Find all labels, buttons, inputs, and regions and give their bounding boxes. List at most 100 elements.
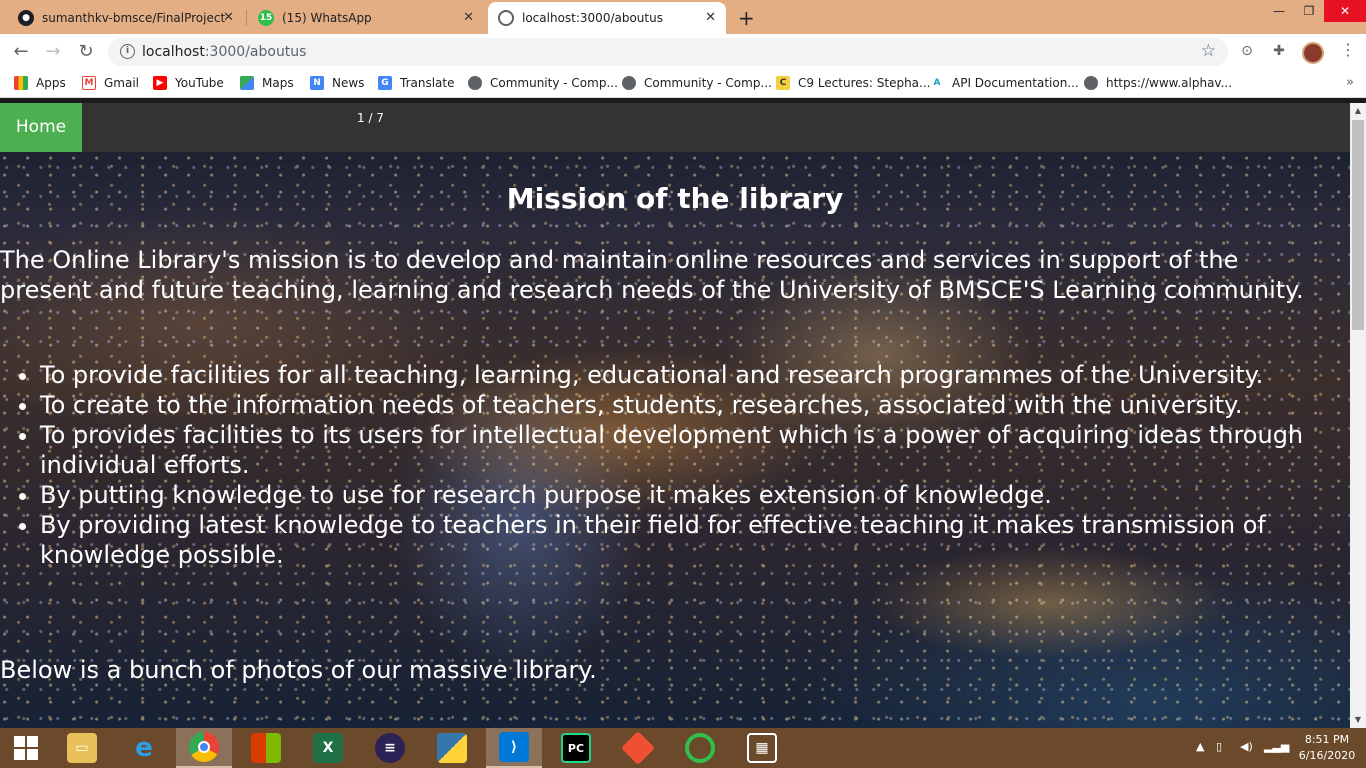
circle-app-icon	[685, 733, 715, 763]
kebab-menu-icon[interactable]: ⋮	[1340, 40, 1356, 59]
taskbar-file-explorer[interactable]: ▭	[54, 728, 110, 768]
bookmark-label: API Documentation...	[952, 76, 1079, 90]
list-item: By putting knowledge to use for research…	[40, 480, 1330, 510]
page-viewport: Home 1 / 7 Mission of the library The On…	[0, 103, 1350, 728]
apps-grid-icon	[14, 76, 28, 90]
list-item: To provides facilities to its users for …	[40, 420, 1330, 480]
windows-logo-icon	[14, 736, 38, 760]
avatar[interactable]	[1302, 42, 1324, 64]
gmail-icon: M	[82, 76, 96, 90]
api-icon: A	[930, 76, 944, 90]
mission-goals-list: To provide facilities for all teaching, …	[40, 360, 1330, 570]
chrome-icon	[189, 732, 219, 762]
close-icon[interactable]: ✕	[463, 10, 474, 25]
clock-time: 8:51 PM	[1304, 733, 1350, 746]
bookmark-label: Translate	[400, 76, 455, 90]
bookmark-community-2[interactable]: Community - Comp...	[622, 76, 772, 90]
taskbar-internet-explorer[interactable]: e	[116, 728, 172, 768]
back-button[interactable]: ←	[9, 40, 33, 64]
taskbar-vscode[interactable]: ⟩	[486, 728, 542, 768]
bookmark-label: YouTube	[175, 76, 224, 90]
bookmark-c9-lectures[interactable]: C C9 Lectures: Stepha...	[776, 76, 930, 90]
bookmark-apps[interactable]: Apps	[14, 76, 66, 90]
forward-button[interactable]: →	[41, 40, 65, 64]
restore-button[interactable]: ❐	[1294, 0, 1324, 22]
list-item: To create to the information needs of te…	[40, 390, 1330, 420]
translate-icon: G	[378, 76, 392, 90]
bookmarks-bar: Apps M Gmail ▶ YouTube Maps N News G Tra…	[0, 70, 1366, 98]
building-app-icon: ▦	[747, 733, 777, 763]
tray-device-icon[interactable]: ▯	[1216, 740, 1222, 753]
maps-icon	[240, 76, 254, 90]
bookmark-alphavantage[interactable]: https://www.alphav...	[1084, 76, 1232, 90]
taskbar-building-app[interactable]: ▦	[734, 728, 790, 768]
tab-whatsapp[interactable]: 15 (15) WhatsApp ✕	[248, 2, 484, 34]
close-icon[interactable]: ✕	[223, 10, 234, 25]
extension-icon[interactable]: ⊙	[1238, 42, 1256, 60]
tab-title: localhost:3000/aboutus	[522, 11, 663, 25]
tray-overflow-icon[interactable]: ▲	[1196, 740, 1204, 753]
taskbar-python[interactable]	[424, 728, 480, 768]
c9-icon: C	[776, 76, 790, 90]
bookmark-label: C9 Lectures: Stepha...	[798, 76, 931, 90]
list-item: By providing latest knowledge to teacher…	[40, 510, 1330, 570]
scroll-up-icon[interactable]: ▲	[1350, 103, 1366, 119]
new-tab-button[interactable]: +	[738, 6, 755, 30]
extensions-puzzle-icon[interactable]: ✚	[1270, 42, 1288, 60]
top-nav: Home 1 / 7	[0, 103, 1350, 152]
home-button[interactable]: Home	[0, 103, 82, 152]
browser-toolbar: ← → ↻ i localhost:3000/aboutus ☆ ⊙ ✚	[0, 34, 1366, 70]
close-icon[interactable]: ✕	[705, 10, 716, 25]
tab-title: (15) WhatsApp	[282, 11, 372, 25]
start-button[interactable]	[0, 728, 52, 768]
page-scrollbar[interactable]: ▲ ▼	[1350, 103, 1366, 728]
url-path: :3000/aboutus	[204, 44, 307, 60]
taskbar-pycharm[interactable]: PC	[548, 728, 604, 768]
bookmark-community-1[interactable]: Community - Comp...	[468, 76, 618, 90]
globe-icon	[498, 10, 514, 26]
clock-date: 6/16/2020	[1298, 749, 1356, 762]
tab-title: sumanthkv-bmsce/FinalProject	[42, 11, 226, 25]
address-bar[interactable]: i localhost:3000/aboutus ☆	[108, 38, 1228, 66]
volume-icon[interactable]: ◀)	[1240, 740, 1253, 753]
taskbar-office[interactable]	[238, 728, 294, 768]
minimize-button[interactable]: —	[1264, 0, 1294, 22]
reload-button[interactable]: ↻	[74, 40, 98, 64]
taskbar-excel[interactable]: X	[300, 728, 356, 768]
pycharm-icon: PC	[561, 733, 591, 763]
bookmark-translate[interactable]: G Translate	[378, 76, 455, 90]
network-signal-icon[interactable]: ▂▃▅	[1264, 740, 1289, 753]
bookmark-label: Community - Comp...	[490, 76, 618, 90]
globe-icon	[468, 76, 482, 90]
file-explorer-icon: ▭	[67, 733, 97, 763]
github-icon: ●	[18, 10, 34, 26]
bookmark-star-icon[interactable]: ☆	[1201, 41, 1216, 61]
bookmarks-overflow-button[interactable]: »	[1346, 75, 1354, 90]
bookmark-youtube[interactable]: ▶ YouTube	[153, 76, 224, 90]
tab-github[interactable]: ● sumanthkv-bmsce/FinalProject ✕	[8, 2, 244, 34]
bookmark-label: News	[332, 76, 365, 90]
scroll-down-icon[interactable]: ▼	[1350, 712, 1366, 728]
window-close-button[interactable]: ✕	[1324, 0, 1366, 22]
globe-icon	[622, 76, 636, 90]
mission-intro: The Online Library's mission is to devel…	[0, 246, 1304, 304]
taskbar-circle-app[interactable]	[672, 728, 728, 768]
info-icon[interactable]: i	[120, 44, 135, 59]
windows-taskbar: ▭ e X ≡ ⟩ PC ▦ ▲ ▯ ◀) ▂▃▅ 8:51 PM 6/16/2…	[0, 728, 1366, 768]
tab-strip: ● sumanthkv-bmsce/FinalProject ✕ 15 (15)…	[0, 0, 1366, 34]
news-icon: N	[310, 76, 324, 90]
git-icon	[621, 731, 655, 765]
bookmark-label: Maps	[262, 76, 294, 90]
taskbar-chrome[interactable]	[176, 728, 232, 768]
bookmark-api-docs[interactable]: A API Documentation...	[930, 76, 1079, 90]
bookmark-maps[interactable]: Maps	[240, 76, 294, 90]
url-text[interactable]: localhost:3000/aboutus	[142, 44, 306, 60]
scrollbar-thumb[interactable]	[1352, 120, 1364, 330]
taskbar-clock[interactable]: 8:51 PM 6/16/2020	[1296, 732, 1358, 764]
taskbar-eclipse[interactable]: ≡	[362, 728, 418, 768]
bookmark-news[interactable]: N News	[310, 76, 364, 90]
tab-aboutus[interactable]: localhost:3000/aboutus ✕	[488, 2, 726, 34]
bookmark-label: Gmail	[104, 76, 140, 90]
bookmark-gmail[interactable]: M Gmail	[82, 76, 139, 90]
taskbar-git[interactable]	[610, 728, 666, 768]
